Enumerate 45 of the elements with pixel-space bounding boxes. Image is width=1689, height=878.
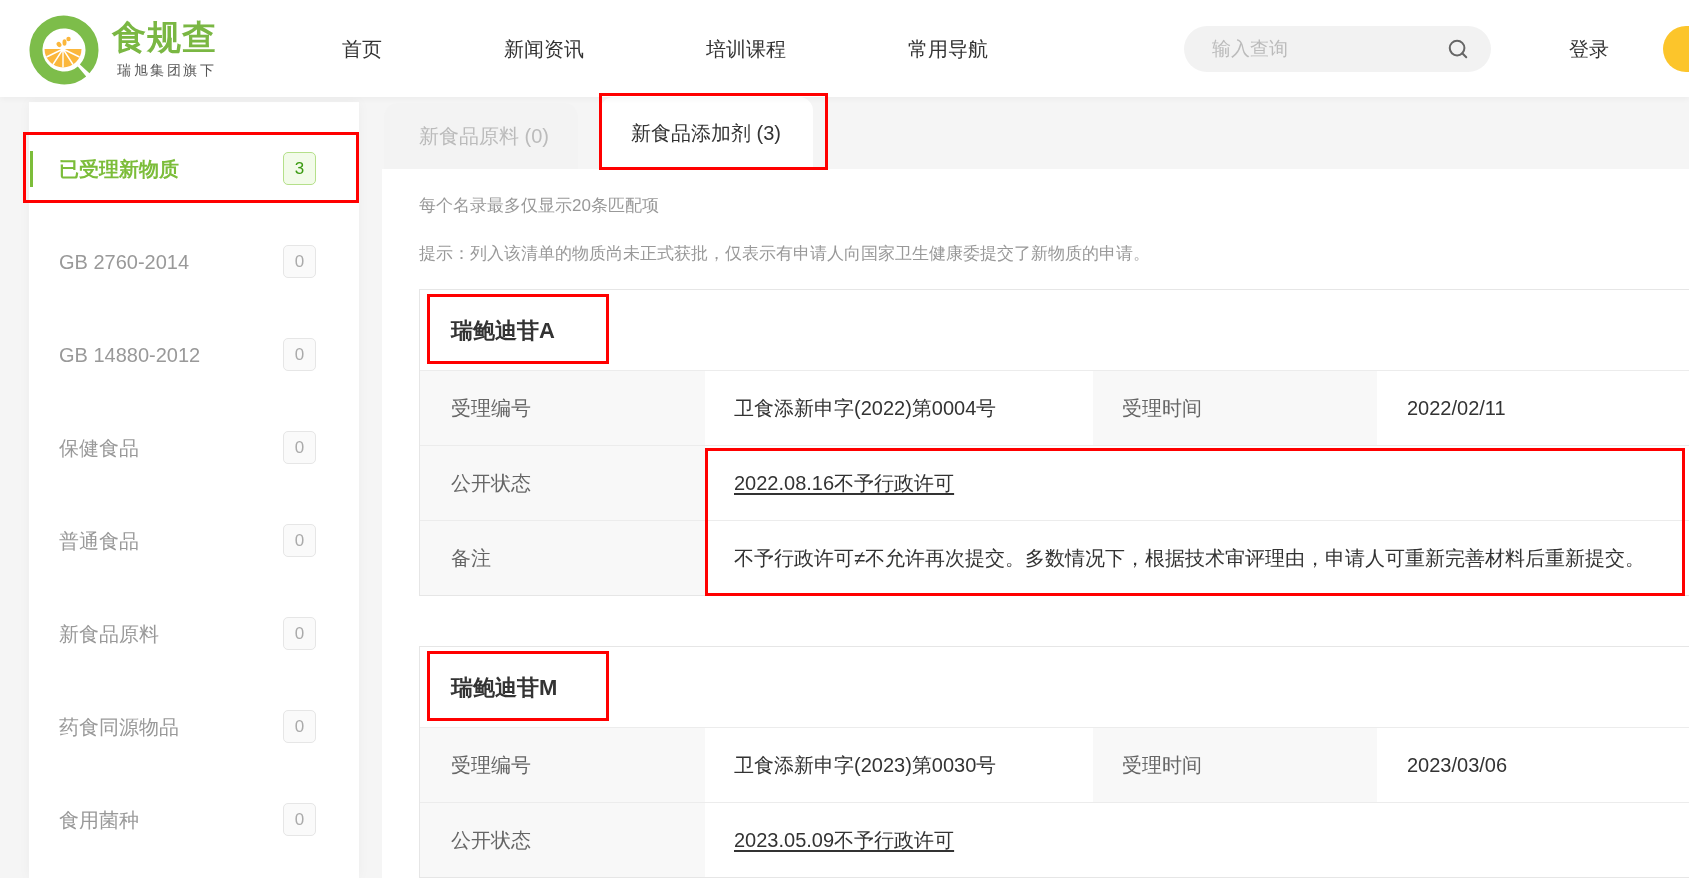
field-label: 备注	[451, 546, 491, 571]
note-text: 提示：列入该清单的物质尚未正式获批，仅表示有申请人向国家卫生健康委提交了新物质的申请。	[419, 243, 1151, 265]
count-badge: 0	[283, 524, 316, 557]
active-indicator	[30, 150, 33, 187]
sidebar-item[interactable]: 已受理新物质 3	[30, 148, 355, 189]
count-badge: 0	[283, 617, 316, 650]
sidebar-item[interactable]: 食用菌种 0	[30, 799, 355, 840]
field-label: 受理编号	[451, 396, 531, 421]
sidebar-item[interactable]: 保健食品 0	[30, 427, 355, 468]
field-value: 2023/03/06	[1407, 753, 1508, 778]
count-badge: 0	[283, 431, 316, 464]
sidebar-item[interactable]: 普通食品 0	[30, 520, 355, 561]
record-title: 瑞鲍迪苷M	[451, 673, 558, 702]
sidebar-item[interactable]: 新食品原料 0	[30, 613, 355, 654]
field-label: 公开状态	[451, 471, 531, 496]
nav-link[interactable]: 培训课程	[706, 33, 786, 64]
search-icon[interactable]	[1447, 37, 1469, 60]
count-badge: 0	[283, 245, 316, 278]
field-value: 2022/02/11	[1407, 396, 1506, 421]
field-label: 受理时间	[1122, 753, 1202, 778]
count-badge: 0	[283, 803, 316, 836]
field-value: 不予行政许可≠不允许再次提交。多数情况下，根据技术审评理由，申请人可重新完善材料后重新提交。	[734, 546, 1645, 571]
count-badge: 3	[283, 152, 316, 185]
count-badge: 0	[283, 710, 316, 743]
nav-link[interactable]: 新闻资讯	[504, 33, 584, 64]
nav-link[interactable]: 首页	[342, 33, 382, 64]
field-value: 卫食添新申字(2022)第0004号	[734, 396, 997, 421]
login-link[interactable]: 登录	[1569, 33, 1609, 64]
sidebar-item[interactable]: 药食同源物品 0	[30, 706, 355, 747]
count-badge: 0	[283, 338, 316, 371]
note-text: 每个名录最多仅显示20条匹配项	[419, 195, 660, 217]
citrus-logo-icon	[29, 14, 99, 85]
status-link[interactable]: 2023.05.09不予行政许可	[734, 825, 955, 855]
sidebar-item[interactable]: GB 14880-2012 0	[30, 334, 355, 375]
nav-link[interactable]: 常用导航	[908, 33, 988, 64]
field-label: 公开状态	[451, 828, 531, 853]
sidebar-item[interactable]: GB 2760-2014 0	[30, 241, 355, 282]
field-label: 受理编号	[451, 753, 531, 778]
record-title: 瑞鲍迪苷A	[451, 316, 555, 345]
field-label: 受理时间	[1122, 396, 1202, 421]
logo-title: 食规查	[112, 17, 218, 56]
logo-tagline: 瑞旭集团旗下	[117, 60, 217, 80]
tab[interactable]: 新食品添加剂 (3)	[600, 97, 813, 169]
field-value: 卫食添新申字(2023)第0030号	[734, 753, 997, 778]
status-link[interactable]: 2022.08.16不予行政许可	[734, 468, 955, 498]
